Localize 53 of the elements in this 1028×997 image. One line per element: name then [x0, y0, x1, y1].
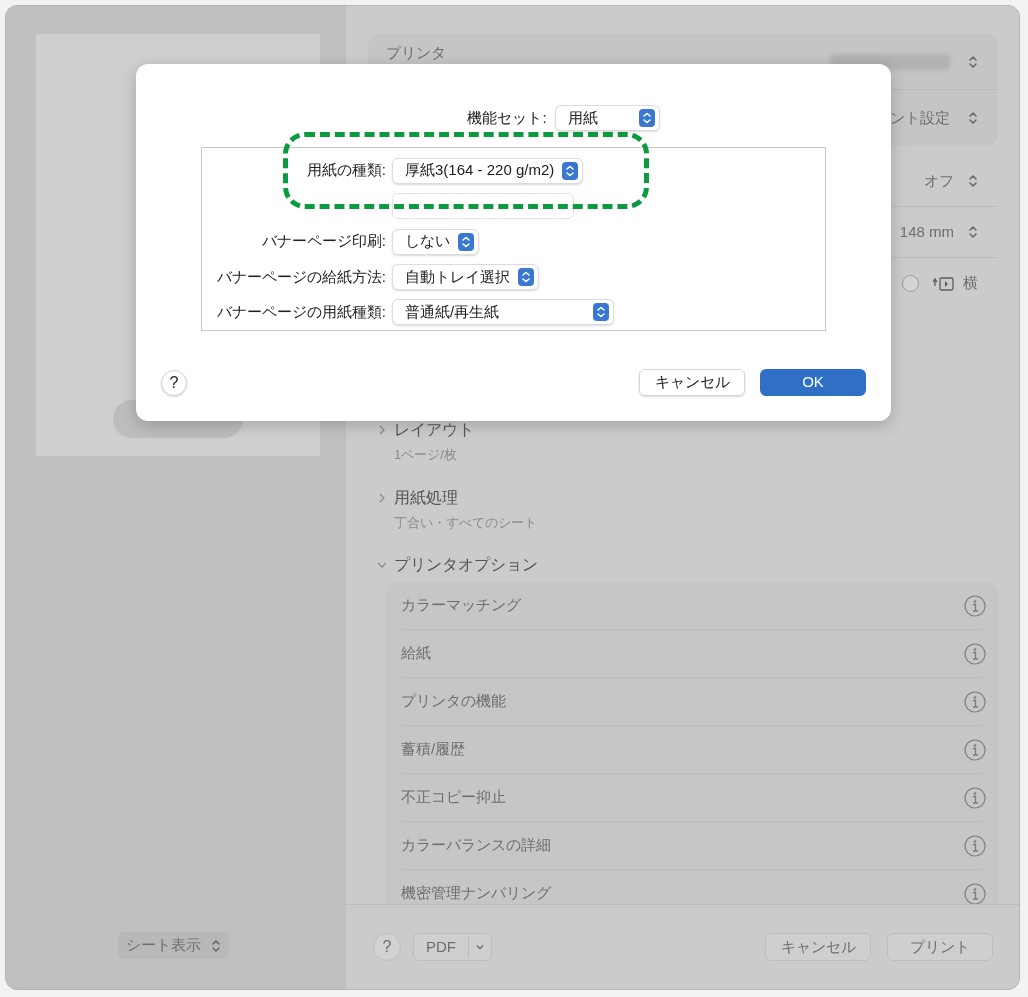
stepper-icon: [593, 303, 609, 322]
feature-set-label: 機能セット:: [467, 107, 547, 128]
info-icon: [964, 594, 986, 617]
field-label: バナーページの給紙方法:: [216, 266, 386, 287]
stepper-icon: [458, 232, 474, 251]
popup-button[interactable]: [392, 193, 574, 220]
popup-button[interactable]: しない: [392, 228, 479, 255]
popup-button[interactable]: 厚紙3(164 - 220 g/m2): [392, 157, 584, 184]
option-item[interactable]: 蓄積/履歴: [401, 738, 466, 761]
printer-label: プリンタ: [386, 43, 446, 63]
section-title[interactable]: 用紙処理: [394, 485, 458, 510]
field-label: 用紙の種類:: [306, 160, 386, 181]
info-icon: [964, 738, 986, 761]
help-button[interactable]: ?: [161, 369, 187, 396]
print-button[interactable]: プリント: [887, 933, 993, 961]
option-item[interactable]: カラーマッチング: [401, 594, 521, 617]
info-icon: [964, 882, 986, 904]
stepper-icon: [211, 937, 221, 954]
popup-button[interactable]: 用紙: [554, 105, 660, 131]
stepper-icon: [518, 267, 534, 286]
presets-value[interactable]: ント設定: [890, 106, 950, 130]
stepper-icon: [968, 54, 978, 70]
option-item[interactable]: プリンタの機能: [401, 690, 506, 713]
sheet-view-popup[interactable]: シート表示: [118, 932, 229, 959]
popup-button[interactable]: 自動トレイ選択: [392, 263, 539, 290]
cancel-button[interactable]: キャンセル: [765, 933, 871, 961]
cancel-button[interactable]: キャンセル: [639, 369, 745, 396]
pdf-menu-button[interactable]: PDF: [413, 933, 492, 961]
setting-value[interactable]: オフ: [924, 169, 954, 193]
stepper-icon: [968, 173, 978, 189]
option-item[interactable]: カラーバランスの詳細: [401, 834, 551, 857]
setting-value[interactable]: 148 mm: [899, 220, 954, 244]
info-icon: [964, 834, 986, 857]
field-label: バナーページの用紙種類:: [216, 302, 386, 323]
orientation-label: 横: [963, 273, 978, 294]
stepper-icon: [968, 224, 978, 240]
help-button[interactable]: ?: [373, 933, 401, 961]
section-title[interactable]: レイアウト: [394, 418, 474, 442]
stepper-icon: [968, 110, 978, 126]
info-icon: [964, 642, 986, 665]
section-title[interactable]: プリンタオプション: [394, 553, 538, 577]
ok-button[interactable]: OK: [760, 369, 866, 396]
stepper-icon: [562, 161, 579, 180]
field-label: バナーページ印刷:: [261, 231, 386, 252]
option-item[interactable]: 不正コピー抑止: [401, 786, 506, 809]
radio-button[interactable]: [902, 275, 919, 292]
info-icon: [964, 690, 986, 713]
landscape-icon: [933, 275, 955, 292]
stepper-icon: [638, 109, 655, 127]
popup-button[interactable]: 普通紙/再生紙: [392, 299, 614, 326]
info-icon: [964, 786, 986, 809]
option-item[interactable]: 給紙: [401, 642, 431, 665]
option-item[interactable]: 機密管理ナンバリング: [401, 882, 551, 904]
